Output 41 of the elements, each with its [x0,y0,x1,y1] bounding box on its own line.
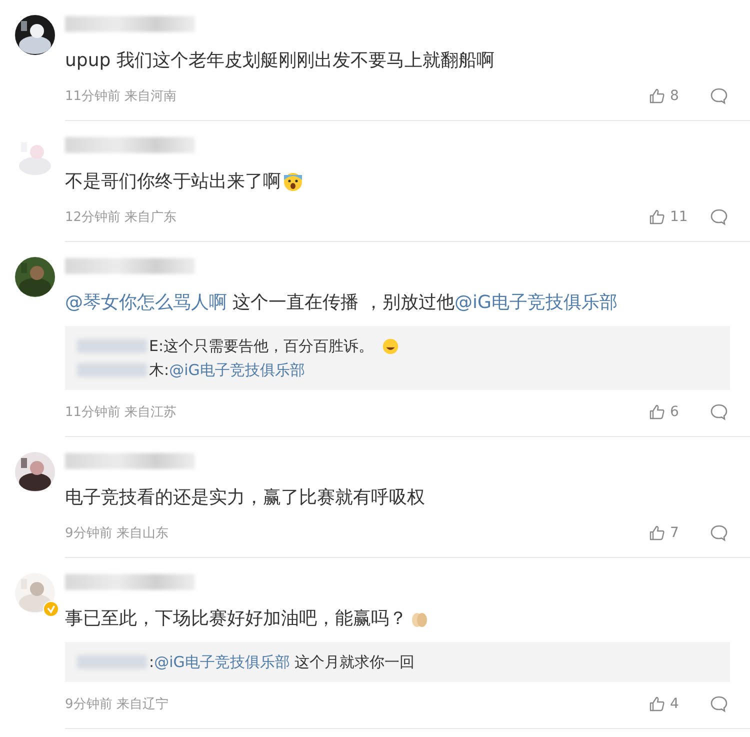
like-count: 7 [670,525,680,541]
comment-text: 这个一直在传播 ，别放过他 [232,291,454,315]
reply-text: 木: [149,360,170,381]
mention-link[interactable]: @iG电子竞技俱乐部 [154,650,290,674]
comment-time: 11分钟前 [65,404,121,421]
comment-icon[interactable] [710,524,728,542]
comment-location: 来自辽宁 [116,696,168,713]
comment-icon[interactable] [710,403,728,421]
thumbs-up-icon[interactable] [649,209,665,225]
mention-link[interactable]: @琴女你怎么骂人啊 [65,290,227,316]
comment-icon[interactable] [710,87,728,105]
comment-location: 来自江苏 [124,404,177,421]
thumbs-up-icon[interactable] [649,404,665,420]
comment-time: 9分钟前 [65,525,112,542]
blurred-username [77,339,147,353]
comment-icon[interactable] [710,208,728,226]
comment-text: 不是哥们你终于站出来了啊 [65,170,281,194]
comment-location: 来自河南 [124,88,177,105]
like-count: 11 [670,209,689,225]
comment-time: 9分钟前 [65,696,112,713]
comment-time: 12分钟前 [65,209,121,226]
reply-text: : [149,652,154,673]
blurred-username [77,363,147,377]
reply-text: E:这个只需要告他，百分百胜诉。 [149,336,374,357]
comment-text: 事已至此，下场比赛好好加油吧，能赢吗？ [65,607,407,631]
like-count: 4 [670,696,680,712]
blurred-username [77,655,147,669]
comment-text: 电子竞技看的还是实力，赢了比赛就有呼吸权 [65,486,425,510]
comment-location: 来自山东 [116,525,168,542]
like-count: 6 [670,404,680,420]
comment-text: upup 我们这个老年皮划艇刚刚出发不要马上就翻船啊 [65,49,494,73]
mention-link[interactable]: @iG电子竞技俱乐部 [169,358,305,382]
comment-location: 来自广东 [124,209,177,226]
like-count: 8 [670,88,680,104]
comment-icon[interactable] [710,695,728,713]
mention-link[interactable]: @iG电子竞技俱乐部 [454,290,618,316]
comment-time: 11分钟前 [65,88,121,105]
thumbs-up-icon[interactable] [649,696,665,712]
thumbs-up-icon[interactable] [649,525,665,541]
thumbs-up-icon[interactable] [649,88,665,104]
reply-text: 这个月就求你一回 [294,652,415,673]
